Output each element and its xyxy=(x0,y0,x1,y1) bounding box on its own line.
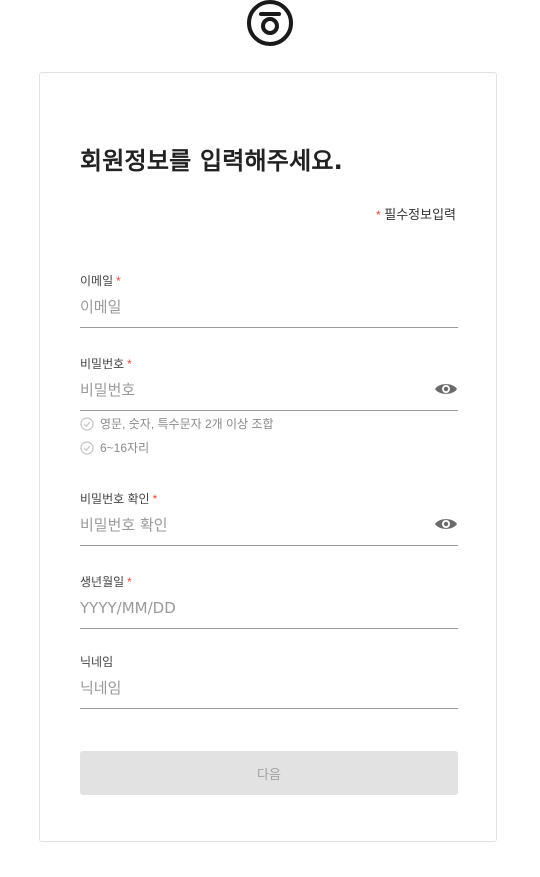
nickname-input-row xyxy=(80,675,458,709)
nickname-field: 닉네임 xyxy=(80,654,458,709)
next-button[interactable]: 다음 xyxy=(80,751,458,795)
required-star: * xyxy=(127,357,132,371)
required-info-note: * 필수정보입력 xyxy=(376,204,456,223)
nickname-label: 닉네임 xyxy=(80,655,114,669)
birthdate-input-row xyxy=(80,595,458,629)
password-rule-combination: 영문, 숫자, 특수문자 2개 이상 조합 xyxy=(80,415,274,432)
email-input-row xyxy=(80,294,458,328)
required-star: * xyxy=(116,274,121,288)
birthdate-label: 생년월일 * xyxy=(80,575,132,589)
signup-card: 회원정보를 입력해주세요. * 필수정보입력 이메일* 비밀번호* xyxy=(39,72,497,842)
nickname-input[interactable] xyxy=(80,675,420,701)
birthdate-field: 생년월일 * xyxy=(80,574,458,629)
password-input-row xyxy=(80,377,458,411)
password-rule-length: 6~16자리 xyxy=(80,439,149,456)
required-star: * xyxy=(127,575,132,589)
password-confirm-input-row xyxy=(80,512,458,546)
page-title: 회원정보를 입력해주세요. xyxy=(80,147,343,175)
password-rule-text: 영문, 숫자, 특수문자 2개 이상 조합 xyxy=(100,417,274,431)
password-confirm-label: 비밀번호 확인 * xyxy=(80,492,158,506)
eye-icon[interactable] xyxy=(434,516,458,532)
password-confirm-input[interactable] xyxy=(80,512,420,538)
password-rule-text: 6~16자리 xyxy=(100,441,150,455)
brand-logo-icon xyxy=(245,0,295,48)
required-info-label: 필수정보입력 xyxy=(384,207,456,222)
eye-icon[interactable] xyxy=(434,381,458,397)
required-star: * xyxy=(375,208,381,222)
required-star: * xyxy=(152,492,158,506)
password-label: 비밀번호 * xyxy=(80,357,132,371)
password-confirm-field: 비밀번호 확인 * xyxy=(80,491,458,546)
email-input[interactable] xyxy=(80,294,420,320)
password-input[interactable] xyxy=(80,377,420,403)
password-field: 비밀번호 * xyxy=(80,356,458,411)
check-circle-icon xyxy=(80,416,94,431)
birthdate-input[interactable] xyxy=(80,595,420,621)
email-field: 이메일 * xyxy=(80,273,458,328)
email-label: 이메일 * xyxy=(80,274,121,288)
check-circle-icon xyxy=(80,440,94,455)
